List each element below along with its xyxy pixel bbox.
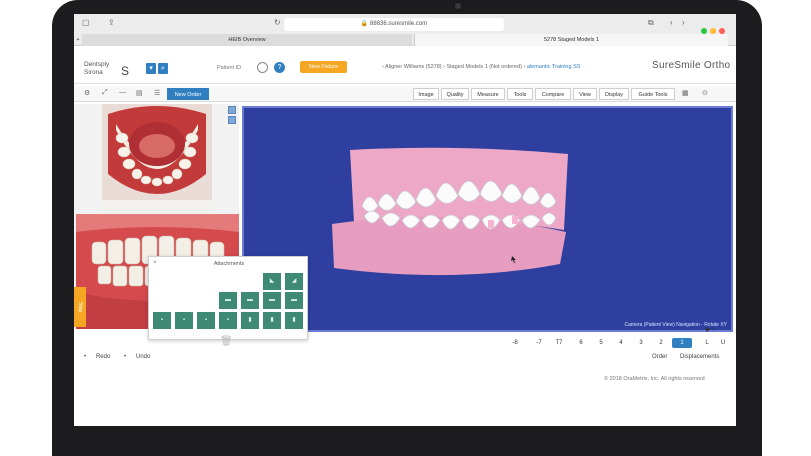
copyright: © 2018 OraMetrix, Inc. All rights reserv… bbox=[604, 376, 705, 382]
expand-photo-icon[interactable] bbox=[228, 106, 236, 114]
new-order-button[interactable]: New Order bbox=[167, 88, 209, 100]
tool-measure[interactable]: Measure bbox=[471, 88, 505, 100]
forward-icon[interactable]: › bbox=[682, 18, 685, 27]
tool-image[interactable]: Image bbox=[413, 88, 439, 100]
photo-option-icon[interactable] bbox=[228, 116, 236, 124]
minus-icon[interactable]: — bbox=[119, 89, 126, 96]
attachment-shape-2[interactable]: ◣ bbox=[263, 273, 281, 290]
menu-button[interactable]: ▾ bbox=[146, 63, 156, 74]
attachment-shape-12[interactable]: ▪ bbox=[175, 312, 193, 329]
upper-arch-toggle[interactable]: U bbox=[716, 338, 730, 348]
attachment-shape-7[interactable]: ▮ bbox=[285, 312, 303, 329]
new-tab-button[interactable]: + bbox=[74, 34, 82, 46]
attachment-shape-11[interactable]: ▪ bbox=[197, 312, 215, 329]
tab-undo[interactable]: Undo bbox=[136, 354, 150, 360]
tooth-btn[interactable]: 3 bbox=[634, 338, 648, 348]
breadcrumb: › Aligner Williams (5278) › Staged Model… bbox=[382, 64, 580, 70]
trash-icon[interactable]: 🗑 bbox=[220, 336, 233, 347]
tooth-btn[interactable]: T7 bbox=[552, 338, 566, 348]
side-drawer-tab[interactable]: Step bbox=[74, 287, 86, 327]
pin-icon[interactable]: ⊙ bbox=[702, 89, 708, 97]
tooth-navigation: -8 -7 T7 6 5 4 3 2 1 L U bbox=[494, 336, 736, 350]
breadcrumb-link[interactable]: alemantic Training SS bbox=[527, 64, 581, 70]
redo-dot-icon: • bbox=[84, 354, 87, 360]
reload-icon[interactable]: ↻ bbox=[274, 18, 281, 27]
tool-quality[interactable]: Quality bbox=[441, 88, 469, 100]
tab-5278[interactable]: 5278 Staged Models 1 bbox=[414, 34, 728, 46]
tab-heib[interactable]: HEIB Overview bbox=[82, 34, 412, 46]
attachment-shape-8[interactable]: ▮ bbox=[263, 312, 281, 329]
prev-icon[interactable]: ‹ bbox=[712, 327, 714, 333]
lower-arch-toggle[interactable]: L bbox=[700, 338, 714, 348]
pager: ▶ ‹ bbox=[706, 326, 714, 333]
suresmile-logo: SureSmile Ortho bbox=[652, 60, 731, 71]
browser-tabs: + 5278 Staged Models 1 HEIB Overview bbox=[74, 34, 736, 46]
attachment-shape-13[interactable]: ▪ bbox=[153, 312, 171, 329]
tooth-btn[interactable]: -7 bbox=[532, 338, 546, 348]
tooth-btn[interactable]: 2 bbox=[654, 338, 668, 348]
toolbar: ⚙ ⤢ — ▤ ☰ New Order Image Quality Measur… bbox=[74, 86, 736, 102]
tool-guide-tools[interactable]: Guide Tools bbox=[631, 88, 675, 100]
browser-chrome: ▢ ⇪ ↻ 🔒 88636.suresmile.com ⧉ ‹ › + 5278… bbox=[74, 14, 736, 46]
camera-dot bbox=[455, 3, 461, 9]
tooth-btn[interactable]: 6 bbox=[574, 338, 588, 348]
tab-overview-icon[interactable]: ⧉ bbox=[648, 18, 654, 28]
attachments-popup: Attachments × ◢ ◣ ▬ ▬ ▬ ▬ ▮ ▮ ▮ ▪ ▪ ▪ ▪ bbox=[148, 256, 308, 340]
patient-id-label[interactable]: Patient ID bbox=[217, 65, 241, 71]
next-icon[interactable]: ▶ bbox=[706, 327, 711, 333]
share-icon[interactable]: ⇪ bbox=[108, 18, 115, 27]
lower-tabs: Redo • Undo • Order Displacements bbox=[74, 354, 736, 366]
tooth-btn-selected[interactable]: 1 bbox=[672, 338, 692, 348]
3d-viewer[interactable]: Camera (Patient View) Navigation - Rotat… bbox=[242, 106, 733, 332]
new-fixture-button[interactable]: New Fixture bbox=[300, 61, 347, 73]
attachment-shape-6[interactable]: ▬ bbox=[219, 292, 237, 309]
help-button[interactable]: ? bbox=[274, 62, 285, 73]
link-icon[interactable]: ⤢ bbox=[102, 89, 108, 97]
tool-view[interactable]: View bbox=[573, 88, 597, 100]
popup-close-button[interactable]: × bbox=[153, 260, 157, 266]
popup-title: Attachments bbox=[213, 261, 245, 267]
attachment-shape-10[interactable]: ▪ bbox=[219, 312, 237, 329]
dentsply-logo-text: Dentsply Sirona bbox=[84, 61, 110, 76]
user-icon[interactable] bbox=[257, 62, 268, 73]
tool-tools[interactable]: Tools bbox=[507, 88, 533, 100]
list-icon[interactable]: ☰ bbox=[154, 89, 160, 97]
back-icon[interactable]: ‹ bbox=[670, 18, 673, 27]
attachment-shape-5[interactable]: ▬ bbox=[241, 292, 259, 309]
search-icon[interactable]: ⌕ bbox=[158, 63, 168, 74]
tab-redo[interactable]: Redo bbox=[96, 354, 110, 360]
grid-icon[interactable]: ▦ bbox=[682, 89, 689, 97]
attachment-shape-4[interactable]: ▬ bbox=[263, 292, 281, 309]
breadcrumb-rest[interactable]: › Aligner Williams (5278) › Staged Model… bbox=[382, 64, 525, 70]
tool-display[interactable]: Display bbox=[599, 88, 629, 100]
attachment-shape-1[interactable]: ◢ bbox=[285, 273, 303, 290]
tooth-btn[interactable]: -8 bbox=[508, 338, 522, 348]
tab-displacements[interactable]: Displacements bbox=[680, 354, 719, 360]
intraoral-photo-upper[interactable] bbox=[102, 104, 212, 212]
tooth-btn[interactable]: 5 bbox=[594, 338, 608, 348]
calendar-icon[interactable]: ▤ bbox=[136, 89, 143, 97]
tool-compare[interactable]: Compare bbox=[535, 88, 571, 100]
address-bar[interactable]: 🔒 88636.suresmile.com bbox=[284, 18, 504, 31]
sidebar-icon[interactable]: ▢ bbox=[82, 18, 90, 27]
tooth-btn[interactable]: 4 bbox=[614, 338, 628, 348]
attachment-shape-3[interactable]: ▬ bbox=[285, 292, 303, 309]
dentsply-logo-icon: S bbox=[121, 64, 130, 78]
undo-dot-icon: • bbox=[124, 354, 127, 360]
attachment-shape-9[interactable]: ▮ bbox=[241, 312, 259, 329]
screen: ▢ ⇪ ↻ 🔒 88636.suresmile.com ⧉ ‹ › + 5278… bbox=[74, 14, 736, 426]
settings-icon[interactable]: ⚙ bbox=[84, 89, 90, 97]
tab-order[interactable]: Order bbox=[652, 354, 667, 360]
app-header: Dentsply Sirona S ▾ ⌕ Patient ID ? New Fi… bbox=[74, 46, 736, 84]
